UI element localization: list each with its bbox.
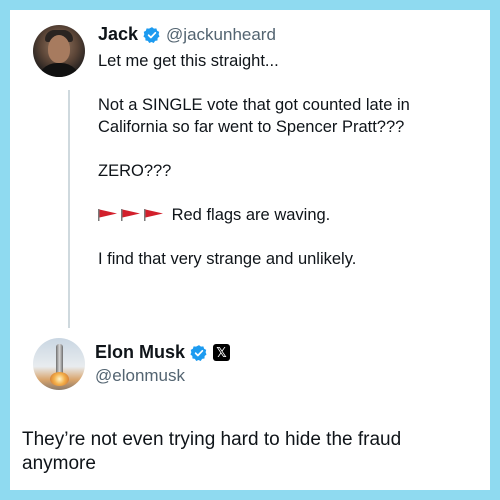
avatar-jack[interactable] — [33, 25, 85, 77]
red-flag-icon — [98, 209, 117, 221]
avatar-shirt — [37, 63, 81, 77]
reply-line: They’re not even trying hard to hide the… — [22, 429, 402, 450]
tweet-flags-line: Red flags are waving. — [98, 204, 478, 226]
rocket-icon — [56, 344, 63, 374]
reply-body: They’re not even trying hard to hide the… — [22, 428, 452, 476]
red-flag-icon — [121, 209, 140, 221]
tweet-author-row: Jack @jackunheard — [98, 24, 276, 45]
tweet-line: Let me get this straight... — [98, 52, 279, 70]
x-logo-icon: 𝕏 — [213, 344, 231, 361]
reply-author-handle[interactable]: @elonmusk — [95, 366, 185, 386]
rocket-flame-icon — [50, 372, 69, 386]
verified-badge-icon — [190, 344, 207, 361]
avatar-face — [48, 35, 70, 63]
tweet-author-name[interactable]: Jack — [98, 24, 138, 45]
tweet-author-handle[interactable]: @jackunheard — [166, 25, 276, 45]
tweet-line: I find that very strange and unlikely. — [98, 250, 357, 268]
reply-line: anymore — [22, 453, 96, 474]
tweet-body: Let me get this straight... Not a SINGLE… — [98, 50, 478, 270]
reply-author-name[interactable]: Elon Musk — [95, 342, 185, 363]
screenshot-frame: Jack @jackunheard Let me get this straig… — [0, 0, 500, 500]
verified-badge-icon — [143, 26, 160, 43]
thread-connector-line — [68, 90, 70, 328]
red-flag-icon — [144, 209, 163, 221]
tweet-line: Not a SINGLE vote that got counted late … — [98, 96, 410, 114]
tweet-line: ZERO??? — [98, 162, 172, 180]
avatar-elon[interactable] — [33, 338, 85, 390]
tweet-line: Red flags are waving. — [171, 206, 331, 224]
tweet-card: Jack @jackunheard Let me get this straig… — [10, 10, 490, 490]
reply-author-row: Elon Musk 𝕏 — [95, 342, 231, 363]
tweet-line: California so far went to Spencer Pratt?… — [98, 118, 405, 136]
